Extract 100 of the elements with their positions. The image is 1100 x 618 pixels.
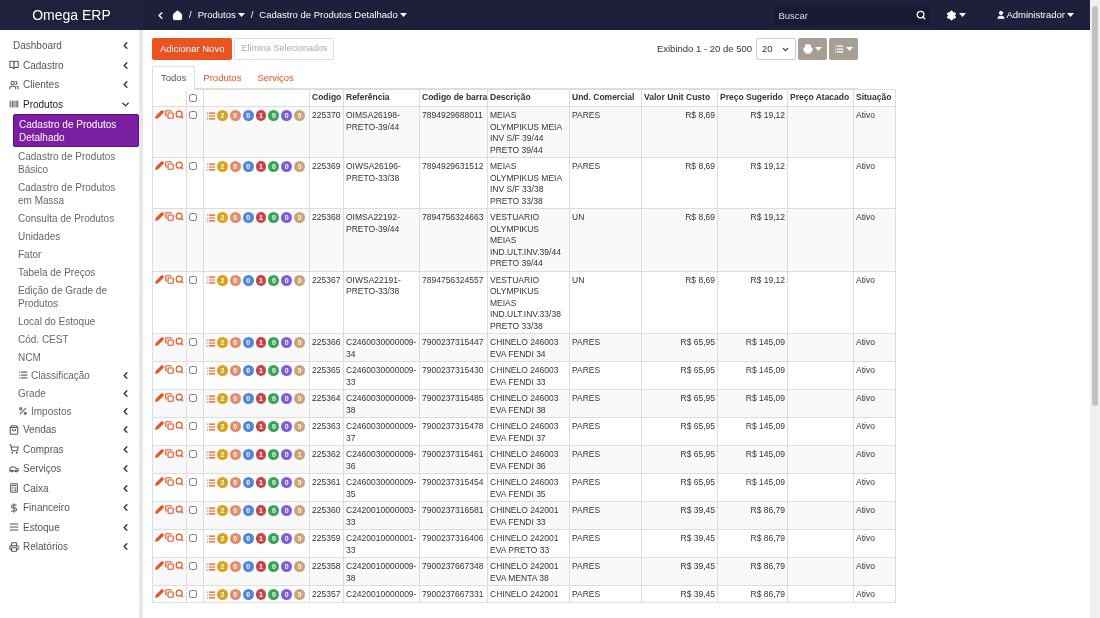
row-checkbox[interactable] [189, 590, 197, 598]
sidebar-item[interactable]: Serviços [0, 459, 139, 479]
edit-icon[interactable] [155, 337, 164, 346]
copy-icon[interactable] [165, 365, 174, 374]
columns-button[interactable] [829, 38, 858, 60]
edit-icon[interactable] [155, 393, 164, 402]
row-checkbox[interactable] [189, 506, 197, 514]
edit-icon[interactable] [155, 505, 164, 514]
edit-icon[interactable] [155, 561, 164, 570]
row-checkbox[interactable] [189, 338, 197, 346]
home-icon[interactable] [172, 9, 183, 21]
copy-icon[interactable] [165, 477, 174, 486]
sidebar-item[interactable]: Compras [0, 439, 139, 459]
edit-icon[interactable] [155, 533, 164, 542]
submenu-item[interactable]: Classificação [13, 366, 139, 384]
table-cell: R$ 145,09 [745, 393, 785, 403]
sidebar-item[interactable]: Financeiro [0, 498, 139, 518]
list-icon[interactable] [206, 561, 216, 572]
submenu-item[interactable]: Cadastro de Produtos em Massa [13, 178, 139, 209]
edit-icon[interactable] [155, 421, 164, 430]
select-all-checkbox[interactable] [189, 94, 197, 102]
user-menu-button[interactable]: Administrador [996, 7, 1074, 23]
submenu-item[interactable]: Cód. CEST [13, 330, 139, 348]
copy-icon[interactable] [165, 212, 174, 221]
settings-menu-button[interactable] [946, 9, 967, 21]
breadcrumb-link[interactable]: Cadastro de Produtos Detalhado [259, 7, 407, 23]
edit-icon[interactable] [155, 161, 164, 170]
row-checkbox[interactable] [189, 275, 197, 284]
table-cell: PARES [572, 337, 601, 347]
copy-icon[interactable] [165, 505, 174, 514]
row-checkbox[interactable] [189, 450, 197, 458]
submenu-item[interactable]: Cadastro de Produtos Básico [13, 147, 139, 178]
copy-icon[interactable] [165, 449, 174, 458]
list-icon[interactable] [206, 110, 216, 121]
copy-icon[interactable] [165, 561, 174, 570]
row-checkbox[interactable] [189, 111, 197, 119]
sidebar-item[interactable]: Dashboard [0, 36, 139, 56]
print-button[interactable] [798, 38, 827, 60]
sidebar-item[interactable]: Estoque [0, 517, 139, 537]
submenu-item[interactable]: Cadastro de Produtos Detalhado [13, 114, 139, 147]
edit-icon[interactable] [155, 449, 164, 458]
edit-icon[interactable] [155, 589, 164, 598]
page-size-select[interactable]: 20 [756, 38, 796, 60]
edit-icon[interactable] [155, 110, 164, 119]
copy-icon[interactable] [165, 110, 174, 119]
list-icon[interactable] [206, 589, 216, 600]
list-icon[interactable] [206, 477, 216, 488]
submenu-item[interactable]: Edição de Grade de Produtos [13, 281, 139, 312]
add-new-button[interactable]: Adicionar Novo [152, 38, 233, 60]
tab[interactable]: Serviços [249, 66, 302, 90]
row-checkbox[interactable] [189, 366, 197, 374]
list-icon[interactable] [206, 212, 216, 223]
search-field[interactable]: Buscar [774, 5, 931, 25]
row-checkbox[interactable] [189, 394, 197, 402]
copy-icon[interactable] [165, 274, 174, 284]
submenu-item[interactable]: Tabela de Preços [13, 263, 139, 281]
submenu-item[interactable]: NCM [13, 348, 139, 366]
breadcrumb-link[interactable]: Produtos [197, 7, 245, 23]
copy-icon[interactable] [165, 421, 174, 430]
list-icon[interactable] [206, 533, 216, 544]
search-icon[interactable] [916, 10, 927, 20]
sidebar-item[interactable]: Relatórios [0, 537, 139, 557]
sidebar-item[interactable]: Cadastro [0, 55, 139, 75]
row-checkbox[interactable] [189, 422, 197, 430]
tab[interactable]: Produtos [195, 66, 250, 90]
copy-icon[interactable] [165, 533, 174, 542]
sidebar-item[interactable]: Caixa [0, 478, 139, 498]
edit-icon[interactable] [155, 212, 164, 221]
table-cell: R$ 86,79 [750, 561, 785, 571]
list-icon[interactable] [206, 393, 216, 404]
row-checkbox[interactable] [189, 213, 197, 221]
submenu-item[interactable]: Fator [13, 245, 139, 263]
edit-icon[interactable] [155, 477, 164, 486]
copy-icon[interactable] [165, 393, 174, 402]
sidebar-item[interactable]: Clientes [0, 75, 139, 95]
submenu-item[interactable]: Impostos [13, 402, 139, 420]
row-checkbox[interactable] [189, 562, 197, 570]
submenu-item[interactable]: Unidades [13, 227, 139, 245]
sidebar-item[interactable]: Produtos [0, 94, 139, 114]
submenu-item[interactable]: Grade [13, 384, 139, 402]
list-icon[interactable] [206, 449, 216, 460]
row-checkbox[interactable] [189, 162, 197, 170]
copy-icon[interactable] [165, 337, 174, 346]
list-icon[interactable] [206, 505, 216, 516]
table-cell: PARES [572, 589, 601, 599]
list-icon[interactable] [206, 275, 216, 285]
copy-icon[interactable] [165, 161, 174, 170]
list-icon[interactable] [206, 161, 216, 172]
row-checkbox[interactable] [189, 478, 197, 486]
row-checkbox[interactable] [189, 534, 197, 542]
sidebar-item[interactable]: Vendas [0, 420, 139, 440]
submenu-item[interactable]: Local do Estoque [13, 312, 139, 330]
list-icon[interactable] [206, 421, 216, 432]
copy-icon[interactable] [165, 589, 174, 598]
submenu-item[interactable]: Consulta de Produtos [13, 209, 139, 227]
edit-icon[interactable] [155, 274, 164, 284]
edit-icon[interactable] [155, 365, 164, 374]
tab[interactable]: Todos [152, 66, 196, 90]
list-icon[interactable] [206, 337, 216, 348]
list-icon[interactable] [206, 365, 216, 376]
